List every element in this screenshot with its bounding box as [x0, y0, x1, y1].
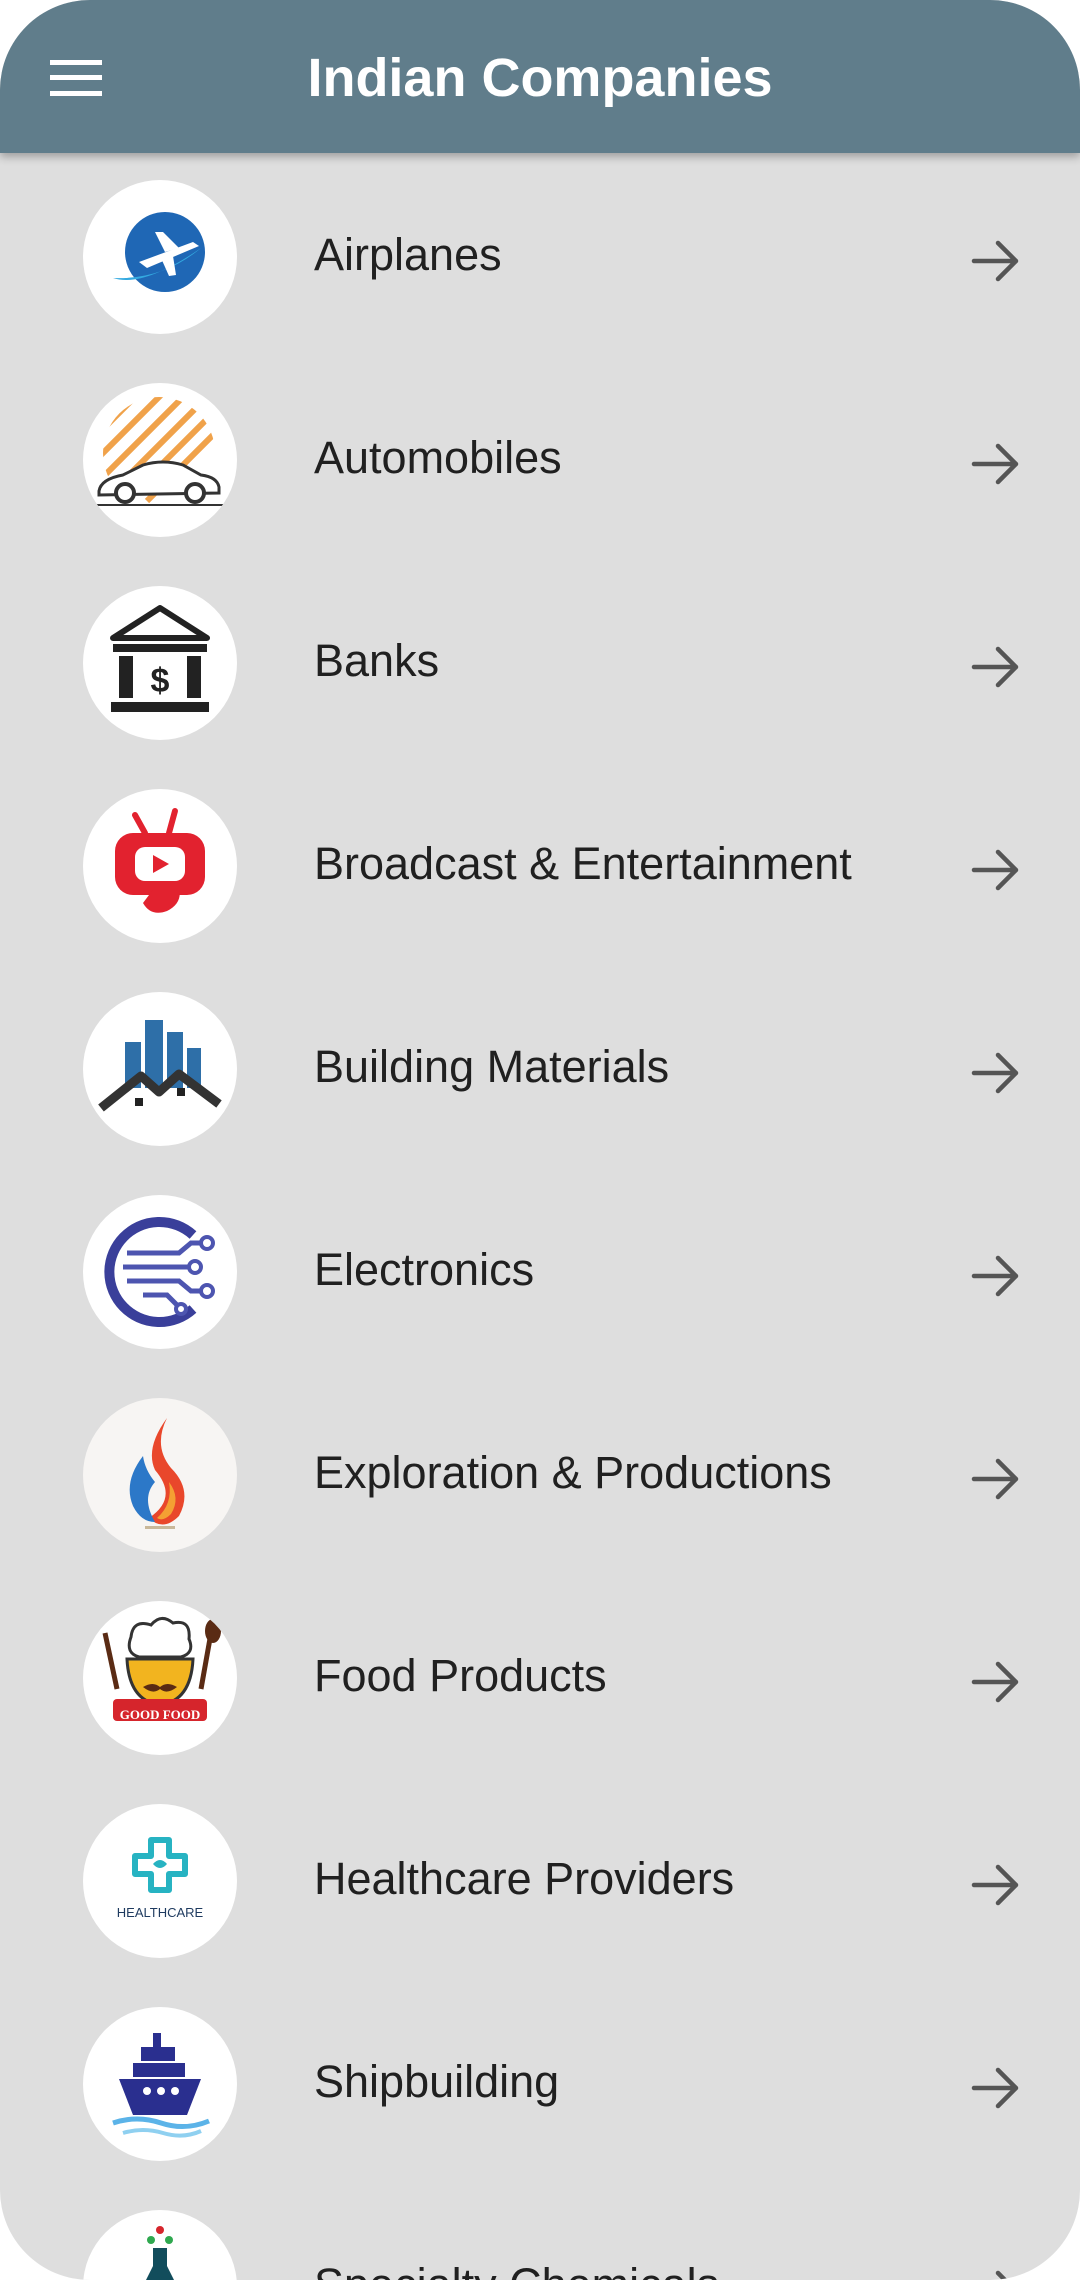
tv-icon [115, 808, 205, 913]
arrow-right-icon [971, 1864, 1019, 1906]
category-row-exploration-productions[interactable]: Exploration & Productions [0, 1371, 1080, 1574]
electronics-logo [83, 1195, 237, 1349]
category-row-automobiles[interactable]: Automobiles [0, 356, 1080, 559]
category-row-specialty-chemicals[interactable]: Specialty Chemicals [0, 2183, 1080, 2280]
category-label: Automobiles [314, 432, 562, 483]
category-row-food-products[interactable]: Food Products GOOD FOOD [0, 1574, 1080, 1777]
arrow-right-icon [971, 1458, 1019, 1500]
category-row-healthcare-providers[interactable]: HEALTHCARE Healthcare Providers [0, 1777, 1080, 1980]
category-label: Shipbuilding [314, 2056, 560, 2107]
arrow-right-icon [971, 849, 1019, 891]
arrow-right-icon [971, 646, 1019, 688]
specialty-chemicals-logo [83, 2210, 237, 2280]
chemical-icon [146, 2226, 174, 2280]
bank-icon: $ [110, 605, 210, 712]
arrow-right-icon [971, 2067, 1019, 2109]
ship-icon [112, 2033, 210, 2138]
flame-icon [129, 1418, 185, 1529]
circuit-icon [104, 1217, 215, 1327]
category-label: Electronics [314, 1244, 535, 1295]
shipbuilding-logo [83, 2007, 237, 2161]
healthcare-cross-icon [132, 1837, 188, 1893]
category-label: Food Products [314, 1650, 607, 1701]
arrow-right-icon [971, 1052, 1019, 1094]
category-row-building-materials[interactable]: Building Materials [0, 965, 1080, 1168]
arrow-right-icon [971, 1255, 1019, 1297]
svg-text:$: $ [151, 662, 170, 700]
category-row-broadcast-entertainment[interactable]: Broadcast & Entertainment [0, 762, 1080, 965]
category-label: Broadcast & Entertainment [314, 838, 852, 889]
arrow-right-icon [995, 2270, 1009, 2280]
category-row-electronics[interactable]: Electronics [0, 1168, 1080, 1371]
category-label: Banks [314, 635, 440, 686]
category-label: Building Materials [314, 1041, 670, 1092]
app-bar: Indian Companies [0, 0, 1080, 153]
category-row-shipbuilding[interactable]: Shipbuilding [0, 1980, 1080, 2183]
arrow-right-icon [971, 1661, 1019, 1703]
banks-logo: $ [83, 586, 237, 740]
category-label: Healthcare Providers [314, 1853, 735, 1904]
healthcare-logo-text: HEALTHCARE [116, 1905, 204, 1920]
arrow-right-icon [971, 443, 1019, 485]
food-logo-text: GOOD FOOD [119, 1707, 201, 1722]
category-row-banks[interactable]: $ Banks [0, 559, 1080, 762]
airplanes-logo [83, 180, 237, 334]
healthcare-logo [83, 1804, 237, 1958]
category-row-airplanes[interactable]: Airplanes [0, 153, 1080, 356]
exploration-logo [83, 1398, 237, 1552]
category-label: Exploration & Productions [314, 1447, 832, 1498]
app-title: Indian Companies [307, 48, 773, 108]
buildings-icon [98, 1020, 222, 1112]
car-icon [93, 397, 227, 509]
category-label: Airplanes [314, 229, 502, 280]
automobiles-logo [83, 383, 237, 537]
screen: Indian Companies Airplanes Automobiles $… [0, 0, 1080, 2280]
arrow-right-icon [971, 240, 1019, 282]
broadcast-logo [83, 789, 237, 943]
building-materials-logo [83, 992, 237, 1146]
chef-icon [102, 1617, 221, 1721]
category-label: Specialty Chemicals [314, 2257, 719, 2280]
airplane-icon [113, 212, 205, 292]
food-products-logo [83, 1601, 237, 1755]
